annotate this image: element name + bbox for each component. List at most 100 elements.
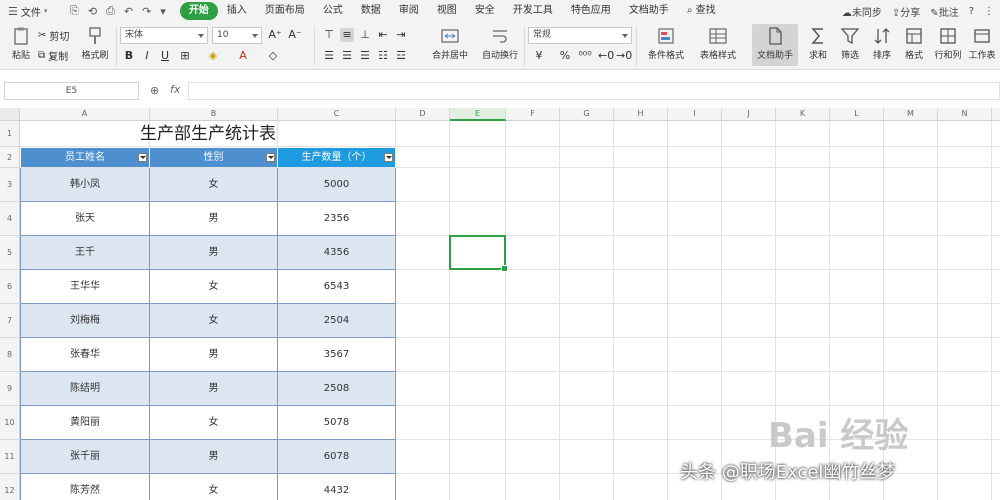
tab-developer[interactable]: 开发工具 (504, 2, 562, 20)
column-header[interactable]: F (506, 108, 560, 121)
table-title[interactable]: 生产部生产统计表 (21, 122, 395, 147)
column-header[interactable]: N (938, 108, 992, 121)
decrease-decimal-icon[interactable]: →0 (616, 49, 632, 63)
sum-button[interactable]: 求和 (802, 24, 834, 66)
table-cell[interactable]: 王华华 (20, 270, 150, 304)
column-header[interactable]: K (776, 108, 830, 121)
column-header[interactable]: I (668, 108, 722, 121)
undo-icon[interactable]: ↶ (124, 5, 133, 18)
table-cell[interactable]: 张千丽 (20, 440, 150, 474)
wrap-text-button[interactable]: 自动换行 (476, 24, 524, 66)
distribute-icon[interactable]: ☲ (394, 49, 408, 63)
table-cell[interactable]: 张春华 (20, 338, 150, 372)
font-name-select[interactable]: 宋体 (120, 27, 208, 44)
table-cell[interactable]: 6543 (278, 270, 396, 304)
row-header[interactable]: 7 (0, 304, 20, 338)
table-cell[interactable]: 陈芳然 (20, 474, 150, 500)
filter-dropdown-icon[interactable] (138, 153, 147, 162)
align-left-icon[interactable]: ☰ (322, 49, 336, 63)
table-cell[interactable]: 2356 (278, 202, 396, 236)
row-header[interactable]: 9 (0, 372, 20, 406)
cut-button[interactable]: ✂ 剪切 (38, 28, 69, 43)
table-cell[interactable]: 5000 (278, 168, 396, 202)
comment-button[interactable]: ✎批注 (930, 4, 958, 19)
table-cell[interactable]: 男 (150, 440, 278, 474)
tab-page-layout[interactable]: 页面布局 (256, 2, 314, 20)
table-cell[interactable]: 女 (150, 474, 278, 500)
table-cell[interactable]: 2508 (278, 372, 396, 406)
number-format-select[interactable]: 常规 (528, 27, 632, 44)
border-icon[interactable]: ⊞ (178, 49, 192, 63)
search-command[interactable]: ⌕ 查找 (678, 2, 725, 20)
table-cell[interactable]: 女 (150, 304, 278, 338)
column-header[interactable]: G (560, 108, 614, 121)
save-icon[interactable]: ⟲ (88, 5, 97, 18)
tab-security[interactable]: 安全 (466, 2, 504, 20)
tab-review[interactable]: 审阅 (390, 2, 428, 20)
row-header[interactable]: 12 (0, 474, 20, 500)
column-header[interactable]: H (614, 108, 668, 121)
align-right-icon[interactable]: ☰ (358, 49, 372, 63)
row-header[interactable]: 4 (0, 202, 20, 236)
table-cell[interactable]: 5078 (278, 406, 396, 440)
row-header[interactable]: 5 (0, 236, 20, 270)
tab-doc-helper[interactable]: 文档助手 (620, 2, 678, 20)
table-cell[interactable]: 韩小凤 (20, 168, 150, 202)
increase-decimal-icon[interactable]: ←0 (598, 49, 614, 63)
bold-icon[interactable]: B (122, 49, 136, 63)
table-cell[interactable]: 男 (150, 202, 278, 236)
thousands-icon[interactable]: ⁰⁰⁰ (578, 49, 592, 63)
justify-icon[interactable]: ☷ (376, 49, 390, 63)
table-cell[interactable]: 4356 (278, 236, 396, 270)
table-cell[interactable]: 男 (150, 338, 278, 372)
fill-color-icon[interactable]: ◈ (206, 49, 220, 63)
redo-icon[interactable]: ↷ (142, 5, 151, 18)
increase-font-icon[interactable]: A⁺ (268, 28, 282, 42)
percent-icon[interactable]: % (558, 49, 572, 63)
table-cell[interactable]: 4432 (278, 474, 396, 500)
table-cell[interactable]: 3567 (278, 338, 396, 372)
row-header[interactable]: 6 (0, 270, 20, 304)
column-header[interactable]: O (992, 108, 1000, 121)
conditional-format-button[interactable]: 条件格式 (642, 24, 690, 66)
align-middle-icon[interactable]: ≡ (340, 28, 354, 42)
indent-right-icon[interactable]: ⇥ (394, 28, 408, 42)
column-header[interactable]: J (722, 108, 776, 121)
share-button[interactable]: ⇪分享 (892, 4, 920, 19)
format-painter-button[interactable]: 格式刷 (74, 24, 116, 66)
font-size-select[interactable]: 10 (212, 27, 262, 44)
table-cell[interactable]: 男 (150, 372, 278, 406)
column-header[interactable]: M (884, 108, 938, 121)
table-cell[interactable]: 女 (150, 270, 278, 304)
currency-icon[interactable]: ¥ (532, 49, 546, 63)
filter-dropdown-icon[interactable] (384, 153, 393, 162)
row-header[interactable]: 3 (0, 168, 20, 202)
tab-home[interactable]: 开始 (179, 2, 218, 20)
paste-button[interactable]: 粘贴 (0, 24, 42, 66)
active-cell-selection[interactable] (449, 235, 508, 272)
align-center-icon[interactable]: ☰ (340, 49, 354, 63)
formula-input[interactable] (188, 82, 1000, 100)
font-color-icon[interactable]: A (236, 49, 250, 63)
row-header[interactable]: 10 (0, 406, 20, 440)
doc-helper-button[interactable]: 文档助手 (752, 24, 798, 66)
table-cell[interactable]: 张天 (20, 202, 150, 236)
table-cell[interactable]: 6078 (278, 440, 396, 474)
row-header[interactable]: 1 (0, 121, 20, 147)
tab-view[interactable]: 视图 (428, 2, 466, 20)
decrease-font-icon[interactable]: A⁻ (288, 28, 302, 42)
worksheet-button[interactable]: 工作表 (964, 24, 1000, 66)
column-header[interactable]: D (396, 108, 450, 121)
table-header-cell[interactable]: 生产数量（个） (278, 148, 396, 167)
table-style-button[interactable]: 表格样式 (694, 24, 742, 66)
table-cell[interactable]: 陈结明 (20, 372, 150, 406)
table-cell[interactable]: 王千 (20, 236, 150, 270)
table-cell[interactable]: 女 (150, 406, 278, 440)
column-header[interactable]: A (20, 108, 150, 121)
table-cell[interactable]: 黄阳丽 (20, 406, 150, 440)
filter-dropdown-icon[interactable] (266, 153, 275, 162)
file-menu-button[interactable]: ☰ 文件 ▾ (0, 4, 62, 19)
tab-data[interactable]: 数据 (352, 2, 390, 20)
row-header[interactable]: 11 (0, 440, 20, 474)
help-button[interactable]: ? (969, 6, 974, 17)
